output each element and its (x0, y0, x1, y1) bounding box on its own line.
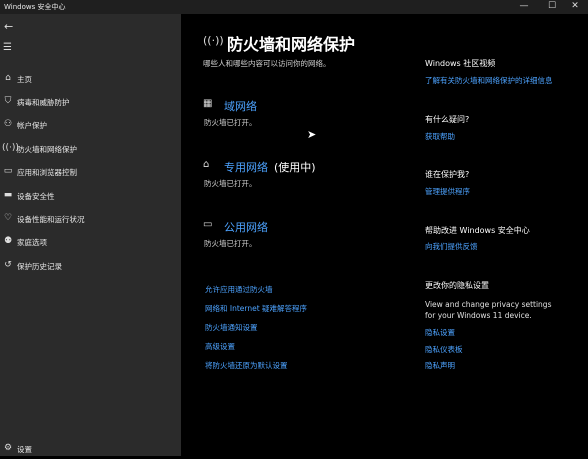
back-arrow-icon[interactable]: ← (4, 20, 13, 33)
private-network-icon: ⌂ (203, 159, 210, 170)
get-help-link[interactable]: 获取帮助 (425, 131, 455, 142)
feedback-link[interactable]: 向我们提供反馈 (425, 241, 478, 252)
privacy-heading: 更改你的隐私设置 (425, 281, 489, 290)
hamburger-menu-icon[interactable]: ☰ (3, 42, 12, 53)
manage-providers-link[interactable]: 管理提供程序 (425, 186, 470, 197)
main-content: ((·)) 防火墙和网络保护 哪些人和哪些内容可以访问你的网络。 ▦ 域网络 防… (181, 14, 588, 456)
restore-defaults-link[interactable]: 将防火墙还原为默认设置 (205, 360, 288, 371)
network-domain: ▦ 域网络 防火墙已打开。 (203, 98, 403, 138)
sidebar-item-settings[interactable]: ⚙ 设置 (0, 441, 181, 459)
wifi-icon: ((·)) (2, 143, 19, 153)
community-heading: Windows 社区视频 (425, 59, 496, 68)
laptop-icon: ▬ (3, 190, 13, 200)
sidebar-item-label: 设备安全性 (17, 192, 55, 201)
allow-app-link[interactable]: 允许应用通过防火墙 (205, 284, 273, 295)
heart-icon: ♡ (3, 213, 13, 223)
privacy-dashboard-link[interactable]: 隐私仪表板 (425, 344, 463, 355)
notification-settings-link[interactable]: 防火墙通知设置 (205, 322, 258, 333)
window-title: Windows 安全中心 (4, 3, 66, 11)
domain-network-icon: ▦ (203, 98, 213, 109)
improve-heading: 帮助改进 Windows 安全中心 (425, 226, 530, 235)
sidebar-item-device-security[interactable]: ▬ 设备安全性 (0, 188, 181, 206)
mouse-cursor-icon: ➤ (307, 128, 317, 141)
privacy-settings-link[interactable]: 隐私设置 (425, 327, 455, 338)
sidebar-item-device-performance[interactable]: ♡ 设备性能和运行状况 (0, 211, 181, 229)
sidebar: ← ☰ ⌂ 主页 ⛉ 病毒和威胁防护 ⚇ 帐户保护 ((·)) 防火墙和网络保护… (0, 14, 181, 456)
sidebar-item-home[interactable]: ⌂ 主页 (0, 71, 181, 89)
family-icon: ⚉ (3, 236, 13, 246)
troubleshooter-link[interactable]: 网络和 Internet 疑难解答程序 (205, 303, 307, 314)
protect-heading: 谁在保护我? (425, 170, 470, 179)
close-button[interactable]: ✕ (562, 0, 588, 14)
sidebar-item-account-protection[interactable]: ⚇ 帐户保护 (0, 117, 181, 135)
sidebar-item-label: 家庭选项 (17, 238, 47, 247)
gear-icon: ⚙ (3, 443, 13, 453)
sidebar-item-label: 保护历史记录 (17, 262, 62, 271)
sidebar-item-label: 防火墙和网络保护 (17, 145, 77, 154)
sidebar-item-label: 帐户保护 (17, 121, 47, 130)
sidebar-item-protection-history[interactable]: ↺ 保护历史记录 (0, 258, 181, 276)
sidebar-item-label: 设备性能和运行状况 (17, 215, 85, 224)
sidebar-item-family-options[interactable]: ⚉ 家庭选项 (0, 234, 181, 252)
minimize-button[interactable]: — (511, 0, 537, 14)
sidebar-item-virus-protection[interactable]: ⛉ 病毒和威胁防护 (0, 94, 181, 112)
public-network-icon: ▭ (203, 219, 213, 230)
shield-icon: ⛉ (4, 96, 12, 106)
sidebar-item-label: 病毒和威胁防护 (17, 98, 70, 107)
home-icon: ⌂ (5, 73, 11, 83)
question-heading: 有什么疑问? (425, 115, 470, 124)
person-icon: ⚇ (3, 119, 13, 129)
community-link[interactable]: 了解有关防火墙和网络保护的详细信息 (425, 75, 553, 86)
network-name-link[interactable]: 公用网络 (224, 219, 268, 235)
network-status: 防火墙已打开。 (204, 239, 257, 248)
privacy-description: View and change privacy settings (425, 300, 552, 309)
sidebar-item-label: 设置 (17, 445, 32, 454)
page-title: 防火墙和网络保护 (227, 35, 356, 54)
sidebar-item-label: 应用和浏览器控制 (17, 168, 77, 177)
network-active-suffix: (使用中) (274, 161, 316, 174)
history-icon: ↺ (4, 260, 12, 270)
app-window-icon: ▭ (3, 166, 13, 176)
wifi-icon: ((·)) (203, 34, 224, 47)
advanced-settings-link[interactable]: 高级设置 (205, 341, 235, 352)
network-public: ▭ 公用网络 防火墙已打开。 (203, 219, 403, 259)
network-status: 防火墙已打开。 (204, 118, 257, 127)
sidebar-item-label: 主页 (17, 75, 32, 84)
network-status: 防火墙已打开。 (204, 179, 257, 188)
sidebar-item-app-browser-control[interactable]: ▭ 应用和浏览器控制 (0, 164, 181, 182)
network-private: ⌂ 专用网络 (使用中) 防火墙已打开。 (203, 159, 403, 199)
privacy-statement-link[interactable]: 隐私声明 (425, 360, 455, 371)
privacy-description-2: for your Windows 11 device. (425, 311, 532, 320)
sidebar-item-firewall[interactable]: ((·)) 防火墙和网络保护 (0, 141, 181, 159)
network-name-link[interactable]: 域网络 (224, 98, 257, 114)
title-bar: Windows 安全中心 — ☐ ✕ (0, 0, 588, 14)
network-name-link[interactable]: 专用网络 (使用中) (224, 159, 316, 175)
page-subtitle: 哪些人和哪些内容可以访问你的网络。 (203, 59, 331, 68)
